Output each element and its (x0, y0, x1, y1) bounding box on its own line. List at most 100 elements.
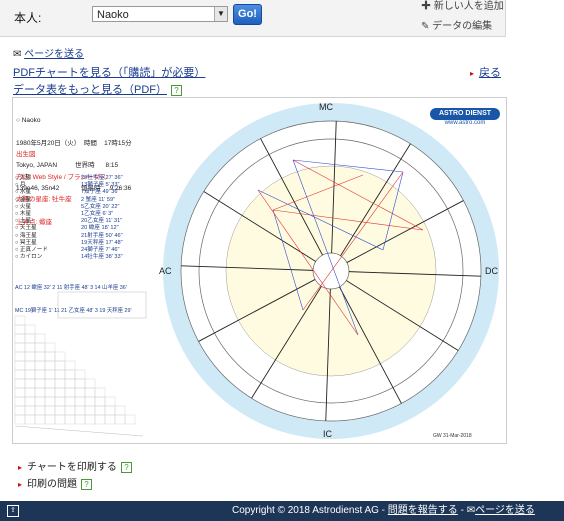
go-button[interactable]: Go! (233, 4, 262, 25)
add-person-link[interactable]: ✚ 新しい人を追加 (421, 0, 504, 12)
aspect-grid-cell (34, 351, 46, 362)
aspect-grid-cell (74, 414, 86, 425)
mc-label: MC (319, 102, 333, 112)
astro-chart: ○ Naoko 1980年5月20日（火） 時間 17時15分 Tokyo, J… (12, 97, 507, 444)
aspect-grid-cell (74, 369, 86, 380)
planet-name: ○ 水星 (15, 189, 32, 196)
aspect-grid-cell (54, 351, 66, 362)
aspect-grid-cell (14, 360, 26, 371)
aspect-grid-cell (34, 387, 46, 398)
add-person-icon: ✚ (421, 1, 434, 12)
aspect-grid-cell (44, 351, 56, 362)
aspect-grid-cell (64, 378, 76, 389)
aspect-grid-cell (24, 405, 36, 416)
aspect-grid-cell (34, 378, 46, 389)
aspect-grid-cell (14, 351, 26, 362)
aspect-grid-cell (74, 405, 86, 416)
aspect-grid-cell (14, 315, 26, 326)
aspect-grid-cell (34, 405, 46, 416)
aspect-grid-cell (34, 333, 46, 344)
planet-position: 7双子座 49' 36" (81, 189, 120, 196)
aspect-grid-cell (84, 378, 96, 389)
print-chart-link[interactable]: ▸ チャートを印刷する? (18, 458, 132, 473)
planet-row: ○ 天王星 20 蠍座 18' 12" (15, 225, 154, 232)
aspect-grid-cell (124, 414, 136, 425)
triangle-right-icon: ▸ (18, 480, 23, 489)
aspect-grid-cell (94, 396, 106, 407)
more-data-link[interactable]: データ表をもっと見る（PDF）? (13, 81, 182, 97)
aspect-grid-cell (24, 378, 36, 389)
planet-name: ○ 火星 (15, 203, 32, 210)
planet-position: 2 蟹座 11' 59" (81, 196, 116, 203)
aspect-grid-cell (44, 378, 56, 389)
aspect-grid-cell (54, 369, 66, 380)
aspect-grid-cell (94, 387, 106, 398)
aspect-grid-cell (44, 405, 56, 416)
help-icon[interactable]: ? (171, 84, 182, 96)
chart-wheel: MC IC AC DC (159, 102, 499, 439)
aspect-grid-cell (34, 396, 46, 407)
aspect-grid-cell (104, 396, 116, 407)
help-icon[interactable]: ? (120, 461, 132, 473)
planet-table: ○ 太陽 29牡牛座 27' 36" ○ 月 13獅子座 5' 33" ○ 水星 7双子座… (15, 175, 154, 261)
planet-row: ○ 金星 2 蟹座 11' 59" (15, 197, 154, 204)
aspect-grid-cell (54, 360, 66, 371)
planet-position: 5乙女座 20' 22" (81, 203, 120, 210)
aspect-grid-cell (44, 387, 56, 398)
footer: ⇪ Copyright © 2018 Astrodienst AG - 問題を報… (0, 501, 564, 521)
planet-row: ○ 冥王星 19天秤座 17' 48" (15, 240, 154, 247)
send-page-link[interactable]: ✉ ページを送る (13, 45, 84, 60)
planet-name: ○ 金星 (15, 196, 32, 203)
aspect-grid-cell (24, 369, 36, 380)
planet-position: 14牡牛座 38' 33" (81, 254, 123, 261)
aspect-grid-cell (24, 324, 36, 335)
planet-name: ○ 冥王星 (15, 239, 37, 246)
planet-position: 21射手座 50' 46" (81, 232, 123, 239)
aspect-grid-cell (14, 405, 26, 416)
report-link[interactable]: 問題を報告する (388, 505, 458, 516)
aspect-grid-cell (34, 414, 46, 425)
aspect-grid-cell (44, 396, 56, 407)
planet-name: ○ 海王星 (15, 232, 37, 239)
aspect-grid-cell (94, 405, 106, 416)
aspect-grid-cell (74, 378, 86, 389)
planet-name: ○ 天王星 (15, 225, 37, 232)
edit-data-link[interactable]: ✎ データの編集 (421, 17, 492, 32)
planet-row: ○ 海王星 21射手座 50' 46" (15, 233, 154, 240)
aspect-grid-cell (24, 360, 36, 371)
aspect-grid-cell (14, 369, 26, 380)
scroll-top-icon[interactable]: ⇪ (7, 505, 19, 517)
pdf-chart-link[interactable]: PDFチャートを見る（「購読」が必要） (13, 64, 205, 80)
aspect-grid-cell (64, 405, 76, 416)
print-problem-link[interactable]: ▸ 印刷の問題? (18, 475, 93, 490)
aspect-grid-cell (24, 351, 36, 362)
aspect-grid-cell (14, 378, 26, 389)
planet-row: ○ 火星 5乙女座 20' 22" (15, 204, 154, 211)
chart-code: GW 31-Mar-2018 (433, 433, 472, 439)
aspect-grid-cell (44, 414, 56, 425)
chart-name: ○ Naoko (16, 117, 41, 124)
aspect-grid-cell (14, 342, 26, 353)
aspect-grid-cell (44, 342, 56, 353)
aspect-grid-cell (64, 360, 76, 371)
person-select[interactable]: Naoko ▼ (92, 6, 228, 22)
aspect-grid-cell (24, 333, 36, 344)
aspect-grid-cell (94, 414, 106, 425)
ac-label: AC (159, 266, 172, 276)
planet-position: 19天秤座 17' 48" (81, 239, 123, 246)
back-link[interactable]: ▸ 戻る (470, 64, 501, 80)
aspect-grid-cell (34, 360, 46, 371)
aspect-grid-cell (34, 369, 46, 380)
aspect-grid-cell (114, 414, 126, 425)
planet-row: ○ 水星 7双子座 49' 36" (15, 189, 154, 196)
aspect-grid-cell (44, 369, 56, 380)
send-page-footer-link[interactable]: ページを送る (475, 505, 535, 516)
aspect-grid-cell (64, 414, 76, 425)
aspect-grid-cell (84, 396, 96, 407)
person-label: 本人: (14, 11, 42, 25)
help-icon[interactable]: ? (81, 478, 93, 490)
aspect-grid-cell (54, 387, 66, 398)
chevron-down-icon: ▼ (214, 7, 227, 21)
aspect-grid-cell (24, 414, 36, 425)
aspect-grid-cell (14, 387, 26, 398)
